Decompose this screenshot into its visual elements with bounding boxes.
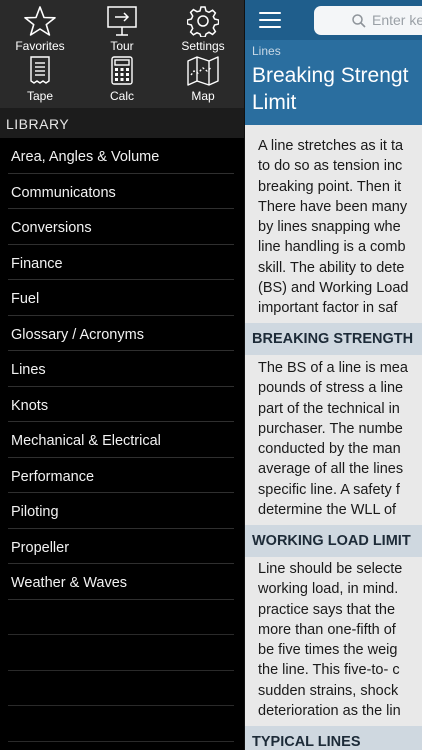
calculator-icon — [111, 56, 133, 85]
text-line: important factor in saf — [258, 300, 398, 317]
text-line: average of all the lines — [258, 461, 404, 478]
working-load-paragraph: Line should be selecte working load, in … — [258, 559, 422, 721]
text-line: pounds of stress a line — [258, 380, 404, 397]
page-title-line: Limit — [252, 91, 297, 114]
map-button[interactable]: Map — [163, 55, 243, 103]
text-line: be five times the weig — [258, 642, 398, 659]
library-item-lines[interactable]: Lines — [8, 351, 234, 387]
tape-button[interactable]: Tape — [0, 55, 80, 103]
empty-row — [8, 635, 234, 671]
top-bar: Enter ke — [245, 0, 422, 40]
menu-icon[interactable] — [259, 12, 281, 28]
page-title-line: Breaking Strengt — [252, 64, 409, 87]
text-line: purchaser. The numbe — [258, 420, 403, 437]
search-field[interactable]: Enter ke — [314, 6, 422, 35]
tour-icon — [107, 6, 137, 36]
tape-label: Tape — [26, 89, 54, 103]
text-line: breaking point. Then it — [258, 178, 402, 195]
section-heading-breaking-strength: BREAKING STRENGTH — [245, 323, 422, 355]
empty-row — [8, 671, 234, 706]
empty-row — [8, 600, 234, 635]
library-item-fuel[interactable]: Fuel — [8, 280, 234, 316]
text-line: deterioration as the lin — [258, 703, 401, 720]
text-line: working load, in mind. — [258, 581, 399, 598]
text-line: line handling is a comb — [258, 239, 406, 256]
intro-paragraph: A line stretches as it ta to do so as te… — [258, 136, 422, 319]
sidebar: Favorites Tour Settings Tape Calc Map LI… — [0, 0, 244, 750]
library-item-knots[interactable]: Knots — [8, 387, 234, 422]
library-item-finance[interactable]: Finance — [8, 245, 234, 280]
text-line: There have been many — [258, 198, 408, 215]
library-item-performance[interactable]: Performance — [8, 458, 234, 493]
star-icon — [24, 6, 56, 36]
library-item-area-angles-volume[interactable]: Area, Angles & Volume — [8, 138, 234, 174]
text-line: conducted by the man — [258, 441, 401, 458]
text-line: to do so as tension inc — [258, 158, 403, 175]
library-list: Area, Angles & Volume Communicatons Conv… — [0, 138, 244, 742]
text-line: skill. The ability to dete — [258, 259, 405, 276]
text-line: the line. This five-to- c — [258, 662, 400, 679]
search-icon — [352, 14, 366, 28]
text-line: The BS of a line is mea — [258, 360, 408, 376]
settings-button[interactable]: Settings — [163, 5, 243, 53]
calc-button[interactable]: Calc — [82, 55, 162, 103]
library-item-communications[interactable]: Communicatons — [8, 174, 234, 209]
text-line: sudden strains, shock — [258, 682, 399, 699]
text-line: Line should be selecte — [258, 561, 403, 577]
library-item-conversions[interactable]: Conversions — [8, 209, 234, 245]
tour-label: Tour — [110, 39, 134, 53]
section-heading-typical-lines: TYPICAL LINES — [245, 726, 422, 750]
tour-button[interactable]: Tour — [82, 5, 162, 53]
article-panel: Enter ke Lines Breaking Strengt Limit A … — [244, 0, 422, 750]
text-line: specific line. A safety f — [258, 481, 400, 498]
section-heading-working-load-limit: WORKING LOAD LIMIT — [245, 525, 422, 557]
tool-bar: Favorites Tour Settings Tape Calc Map — [0, 0, 244, 108]
breadcrumb[interactable]: Lines — [252, 44, 281, 58]
title-block: Lines Breaking Strengt Limit — [245, 40, 422, 125]
favorites-button[interactable]: Favorites — [0, 5, 80, 53]
library-item-piloting[interactable]: Piloting — [8, 493, 234, 529]
gear-icon — [187, 6, 219, 37]
map-label: Map — [191, 89, 215, 103]
text-line: practice says that the — [258, 601, 396, 618]
calc-label: Calc — [109, 89, 134, 103]
empty-row — [8, 706, 234, 742]
library-item-glossary-acronyms[interactable]: Glossary / Acronyms — [8, 316, 234, 351]
library-item-propeller[interactable]: Propeller — [8, 529, 234, 564]
text-line: (BS) and Working Load — [258, 280, 409, 297]
settings-label: Settings — [181, 39, 225, 53]
favorites-label: Favorites — [15, 39, 65, 53]
library-item-mechanical-electrical[interactable]: Mechanical & Electrical — [8, 422, 234, 458]
text-line: by lines snapping whe — [258, 219, 401, 236]
tape-icon — [30, 56, 50, 84]
library-item-weather-waves[interactable]: Weather & Waves — [8, 564, 234, 600]
map-icon — [187, 56, 219, 86]
text-line: more than one-fifth of — [258, 621, 396, 638]
text-line: determine the WLL of — [258, 502, 397, 519]
breaking-strength-paragraph: The BS of a line is mea pounds of stress… — [258, 358, 422, 520]
library-header: LIBRARY — [0, 108, 244, 138]
page-title: Breaking Strengt Limit — [252, 62, 422, 116]
text-line: A line stretches as it ta — [258, 138, 404, 154]
text-line: part of the technical in — [258, 400, 400, 417]
search-placeholder: Enter ke — [372, 12, 422, 28]
